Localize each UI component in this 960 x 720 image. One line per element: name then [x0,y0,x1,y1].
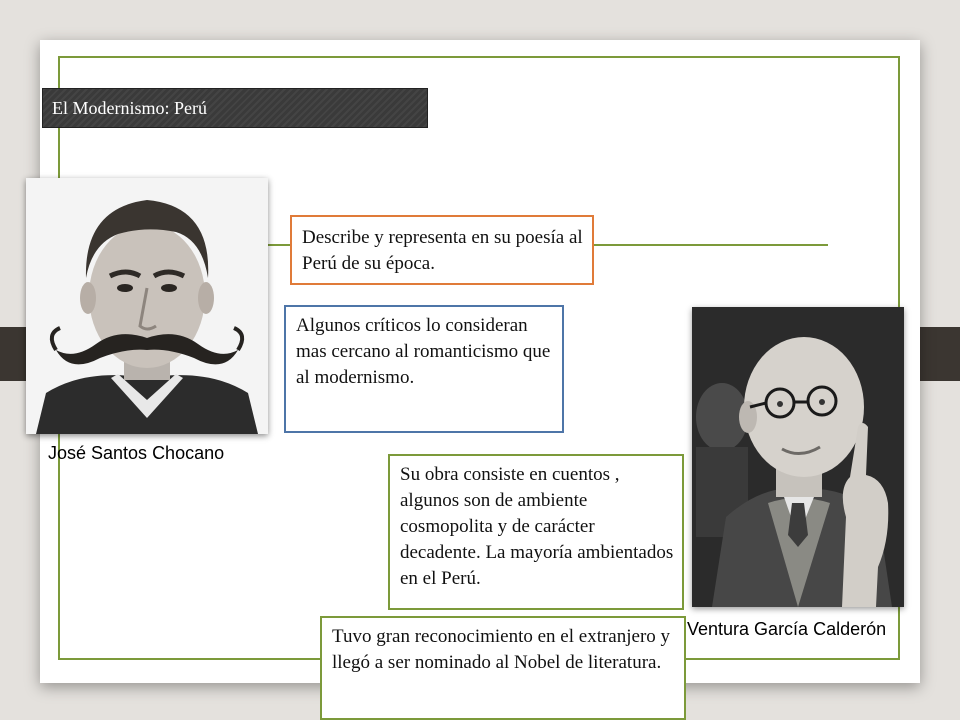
portrait-calderon-illustration [692,307,904,607]
slide: El Modernismo: Perú José Santos Chocano … [0,0,960,720]
text-box-reconocimiento: Tuvo gran reconocimiento en el extranjer… [320,616,686,720]
slide-title: El Modernismo: Perú [52,98,207,118]
caption-ventura-garcia-calderon: Ventura García Calderón [687,619,887,639]
caption-jose-santos-chocano: José Santos Chocano [48,443,225,463]
portrait-chocano-illustration [26,178,268,434]
text-box-criticos: Algunos críticos lo consideran mas cerca… [284,305,564,433]
text-box-obra: Su obra consiste en cuentos , algunos so… [388,454,684,610]
text-box-describe: Describe y representa en su poesía al Pe… [290,215,594,285]
photo-jose-santos-chocano [26,178,268,434]
photo-ventura-garcia-calderon [692,307,904,607]
